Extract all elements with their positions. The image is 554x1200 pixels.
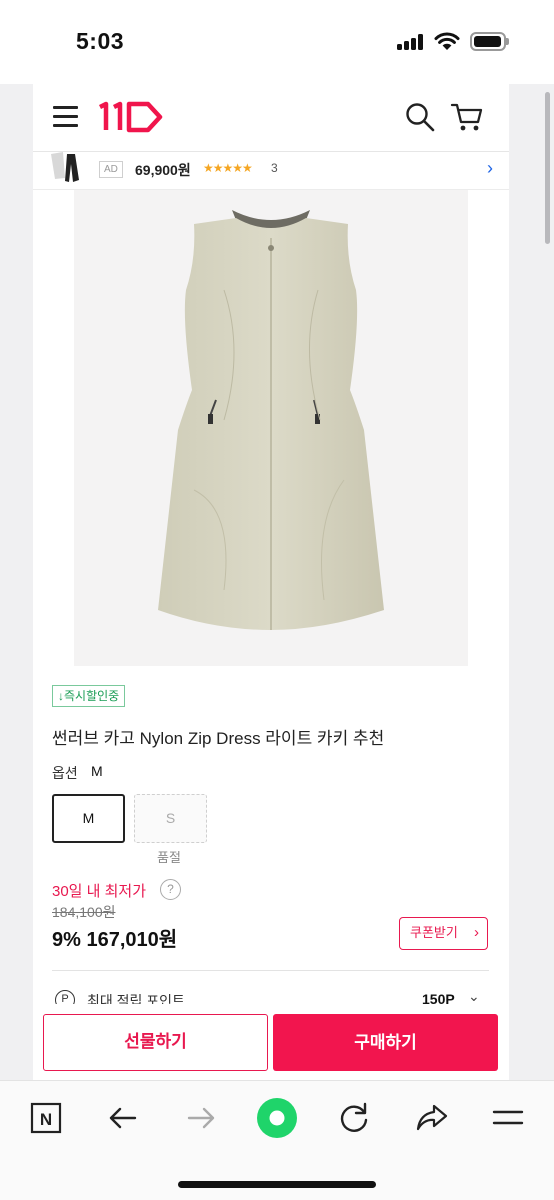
wifi-icon (434, 32, 460, 50)
svg-text:N: N (40, 1110, 52, 1129)
ad-price: 69,900원 (135, 162, 191, 178)
option-button-m[interactable]: M (52, 794, 125, 843)
product-title: 썬러브 카고 Nylon Zip Dress 라이트 카키 추천 (52, 729, 385, 748)
product-image[interactable] (74, 190, 468, 666)
option-label: 옵션 (52, 765, 78, 781)
sale-price: 9% 167,010원 (52, 929, 178, 951)
purchase-action-bar: 선물하기 구매하기 (33, 1004, 509, 1080)
reload-icon[interactable] (334, 1098, 374, 1138)
site-header: 11 (33, 84, 509, 152)
battery-icon (470, 32, 509, 51)
cellular-signal-icon (397, 34, 425, 50)
search-icon[interactable] (405, 102, 435, 132)
green-dot-icon[interactable] (256, 1097, 298, 1139)
status-bar: 5:03 (0, 0, 554, 84)
ad-banner[interactable]: AD 69,900원 ★★★★★ 3 › (33, 152, 509, 190)
lowest-price-label: 30일 내 최저가 (52, 883, 147, 900)
chevron-right-icon: › (474, 924, 479, 941)
soldout-label: 품절 (157, 850, 181, 865)
status-time: 5:03 (76, 28, 125, 54)
cart-icon[interactable] (450, 100, 483, 133)
page-gutter-left (0, 84, 33, 1080)
product-page: 11 AD 69,900원 ★★★★★ 3 › ↓즉시할인중 썬러브 카고 Ny… (33, 84, 509, 1080)
original-price: 184,100원 (52, 904, 116, 920)
scrollbar-thumb[interactable] (545, 92, 550, 244)
ad-thumbnail (51, 152, 79, 182)
forward-arrow-icon[interactable] (181, 1098, 221, 1138)
share-icon[interactable] (412, 1098, 452, 1138)
svg-text:11: 11 (132, 123, 133, 125)
naver-n-icon[interactable]: N (26, 1098, 66, 1138)
option-selected-value: M (91, 763, 103, 779)
dress-illustration (158, 210, 384, 630)
chevron-right-icon[interactable]: › (487, 158, 493, 179)
divider (52, 970, 489, 971)
back-arrow-icon[interactable] (103, 1098, 143, 1138)
menu-lines-icon[interactable] (488, 1098, 528, 1138)
option-button-s[interactable]: S (134, 794, 207, 843)
ad-rating-stars: ★★★★★ (203, 161, 253, 175)
chevron-down-icon: ⌄ (468, 988, 480, 1004)
instant-discount-badge: ↓즉시할인중 (52, 685, 126, 707)
ad-review-count: 3 (271, 161, 278, 175)
buy-button[interactable]: 구매하기 (273, 1014, 498, 1071)
gift-button[interactable]: 선물하기 (43, 1014, 268, 1071)
home-indicator (178, 1181, 376, 1188)
menu-icon[interactable] (53, 106, 78, 128)
coupon-button-label: 쿠폰받기 (410, 925, 458, 940)
ad-badge: AD (99, 161, 123, 178)
logo-11st[interactable]: 11 (96, 98, 166, 136)
coupon-button[interactable]: 쿠폰받기 › (399, 917, 488, 950)
help-icon[interactable]: ? (160, 879, 181, 900)
